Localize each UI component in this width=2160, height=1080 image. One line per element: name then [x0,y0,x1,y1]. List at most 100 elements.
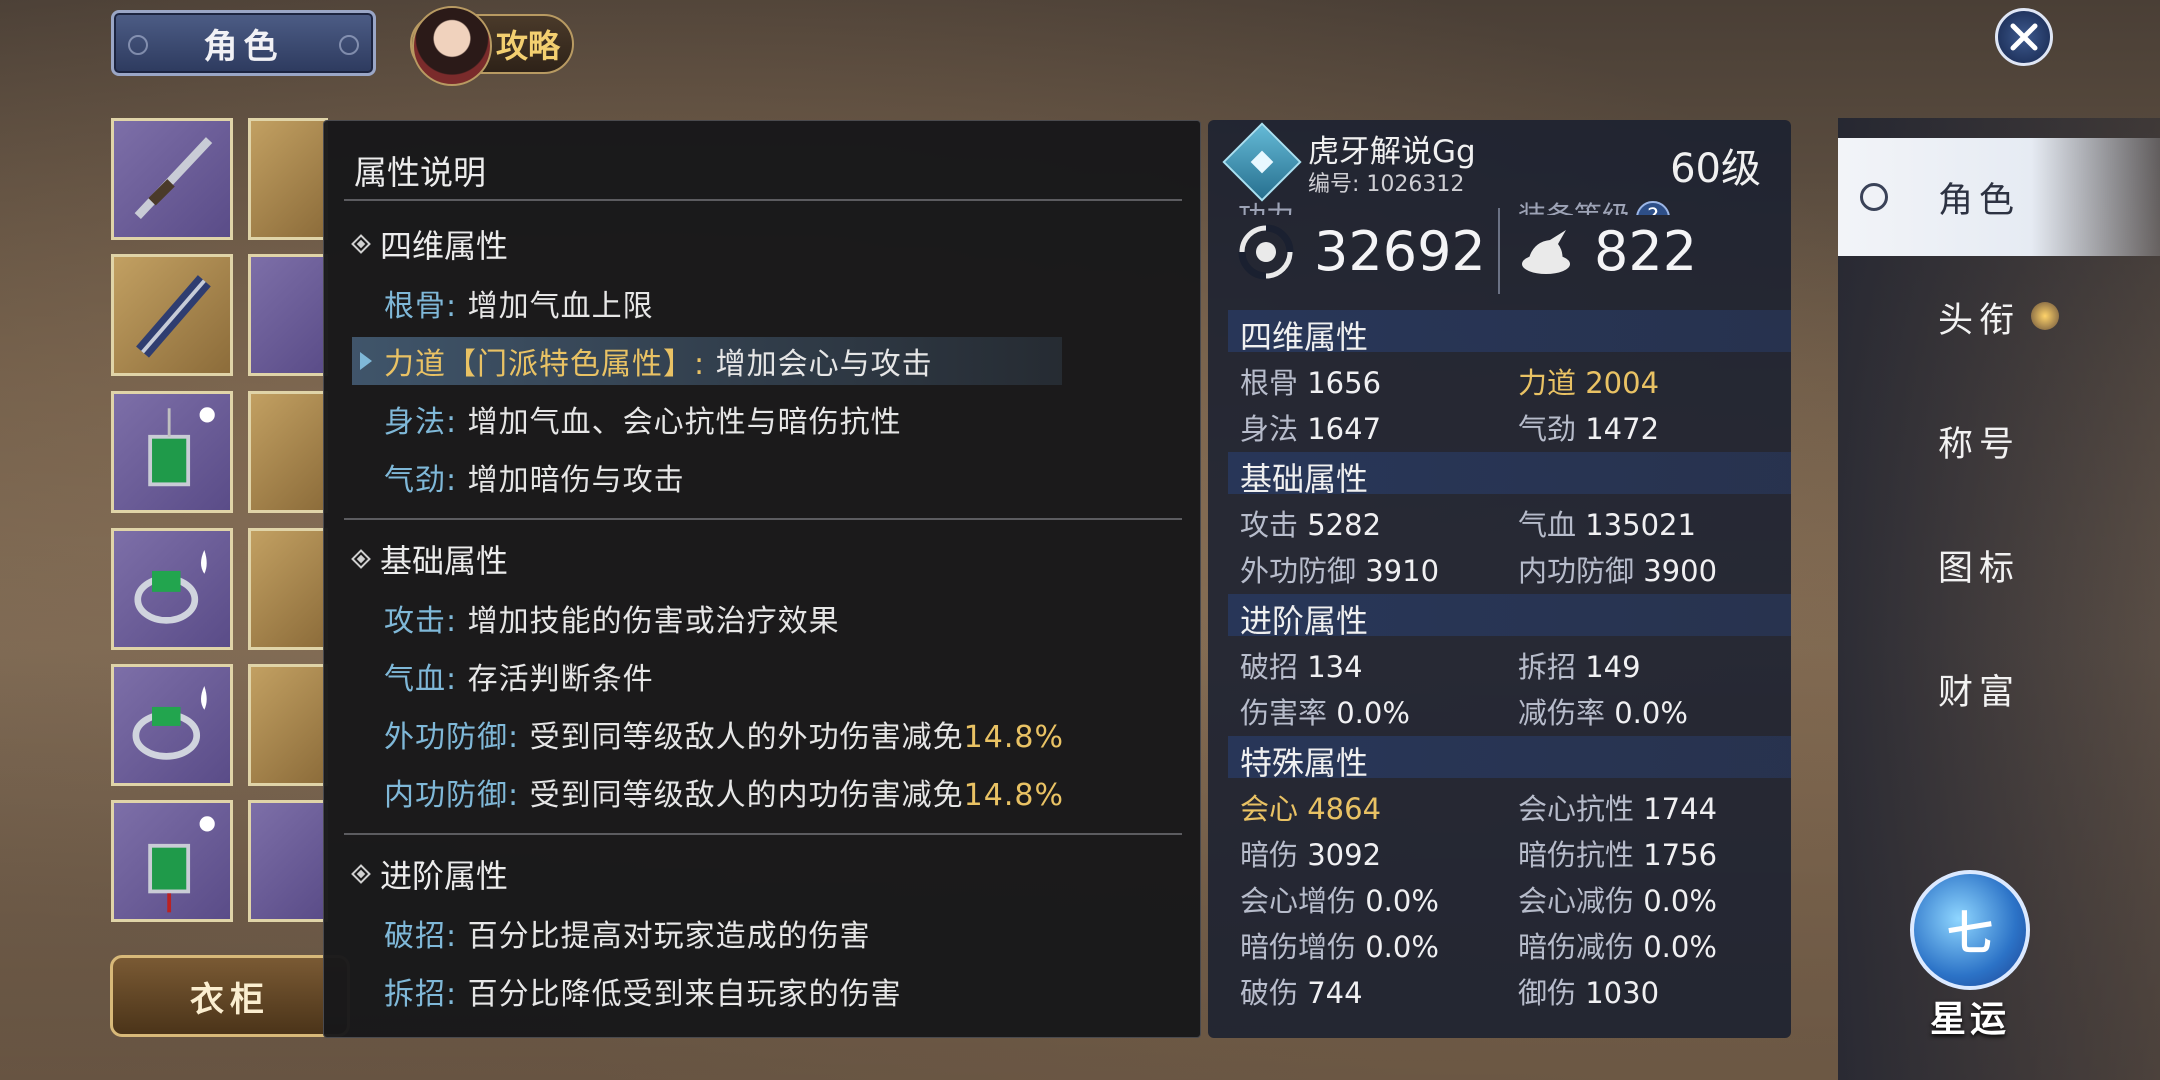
equip-slot-pendant[interactable] [111,391,233,513]
ornament-icon [128,35,148,55]
triangle-right-icon [360,352,372,370]
diamond-icon [351,864,371,884]
fate-button[interactable]: 七 [1910,870,2030,990]
stats-panel: 虎牙解说Gg 编号: 1026312 60级 功力 装备等级? 32692 82… [1208,120,1791,1038]
player-header: 虎牙解说Gg 编号: 1026312 60级 [1208,120,1791,202]
player-name: 虎牙解说Gg [1308,134,1476,170]
player-level: 60级 [1670,146,1761,192]
tooltip-row: 破招: 百分比提高对玩家造成的伤害 [384,919,871,954]
tooltip-section-title: 进阶属性 [351,851,508,897]
ornament-icon [1860,183,1888,211]
stat-item: 气血 135021 [1518,508,1696,542]
tooltip-row: 气劲: 增加暗伤与攻击 [384,463,685,498]
close-button[interactable] [1995,8,2053,66]
equip-slot-weapon[interactable] [111,118,233,240]
nav-item-title[interactable]: 头衔 [1838,258,2160,376]
section-four-dim: 四维属性 [1228,310,1791,356]
notification-dot [2031,302,2059,330]
equip-slot-feet[interactable] [248,800,328,922]
stat-item: 会心减伤 0.0% [1518,884,1717,918]
divider [1498,208,1500,294]
guide-avatar [412,6,492,86]
equip-slot-body[interactable] [248,391,328,513]
section-advanced: 进阶属性 [1228,594,1791,640]
stat-item: 会心增伤 0.0% [1240,884,1439,918]
tooltip-row: 外功防御: 受到同等级敌人的外功伤害减免14.8% [384,720,1064,755]
stat-item: 内功防御 3900 [1518,554,1718,588]
stat-item: 攻击 5282 [1240,508,1382,542]
help-icon[interactable]: ? [1636,201,1671,215]
tooltip-row: 攻击: 增加技能的伤害或治疗效果 [384,604,840,639]
divider [344,518,1182,520]
ring-icon [134,550,207,624]
equip-slot-secondary[interactable] [111,254,233,376]
jade-pendant-icon [148,816,215,913]
equip-slot-ring-2[interactable] [111,664,233,786]
jade-pendant-icon [148,407,215,487]
stat-item: 会心 4864 [1240,792,1382,826]
tooltip-section-title: 基础属性 [351,536,508,582]
tooltip-row: 内功防御: 受到同等级敌人的内功伤害减免14.8% [384,778,1064,813]
tab-role[interactable]: 角色 [111,10,376,76]
stat-item: 身法 1647 [1240,412,1382,446]
power-value: 32692 [1314,220,1486,283]
equip-slot-head[interactable] [248,118,328,240]
power-label: 功力 [1238,195,1294,215]
dagger-icon [134,137,213,220]
wardrobe-label: 衣柜 [190,979,270,1020]
tooltip-row-selected: 力道【门派特色属性】: 增加会心与攻击 [384,347,933,382]
tooltip-title: 属性说明 [354,153,486,192]
stat-item: 力道 2004 [1518,366,1660,400]
equip-slot-ring-1[interactable] [111,528,233,650]
diamond-icon [351,549,371,569]
stat-item: 暗伤减伤 0.0% [1518,930,1717,964]
stat-item: 减伤率 0.0% [1518,696,1688,730]
equip-slot-shoulder[interactable] [248,254,328,376]
tab-guide[interactable]: 攻略 [410,6,574,86]
stat-item: 气劲 1472 [1518,412,1660,446]
stat-item: 御伤 1030 [1518,976,1660,1010]
stat-item: 暗伤增伤 0.0% [1240,930,1439,964]
player-id: 编号: 1026312 [1308,172,1465,197]
scroll-tube-icon [136,275,211,358]
stat-item: 拆招 149 [1518,650,1641,684]
section-basic: 基础属性 [1228,452,1791,498]
tooltip-row: 气血: 存活判断条件 [384,662,654,697]
equip-level-value: 822 [1594,220,1698,283]
stat-item: 破招 134 [1240,650,1363,684]
stat-item: 暗伤 3092 [1240,838,1382,872]
divider [344,833,1182,835]
stat-item: 伤害率 0.0% [1240,696,1410,730]
tab-role-label: 角色 [203,26,284,67]
nav-item-wealth[interactable]: 财富 [1838,630,2160,748]
stat-item: 破伤 744 [1240,976,1363,1010]
stat-item: 会心抗性 1744 [1518,792,1718,826]
divider [344,199,1182,201]
wardrobe-button[interactable]: 衣柜 [110,955,350,1037]
nav-item-honor[interactable]: 称号 [1838,382,2160,500]
fate-label: 星运 [1930,999,2011,1040]
sect-emblem-icon [1222,122,1302,202]
attribute-tooltip: 属性说明 四维属性 根骨: 增加气血上限 力道【门派特色属性】: 增加会心与攻击… [323,120,1201,1038]
power-swirl-icon [1238,224,1294,279]
ring-icon [132,686,207,760]
equip-slot-belt[interactable] [248,664,328,786]
stat-item: 根骨 1656 [1240,366,1382,400]
tooltip-section-title: 四维属性 [351,221,508,267]
tooltip-row: 根骨: 增加气血上限 [384,289,654,324]
tooltip-row: 身法: 增加气血、会心抗性与暗伤抗性 [384,405,902,440]
stat-item: 外功防御 3910 [1240,554,1440,588]
tooltip-row: 拆招: 百分比降低受到来自玩家的伤害 [384,977,902,1012]
ornament-icon [339,35,359,55]
nav-item-icon[interactable]: 图标 [1838,506,2160,624]
power-display: 32692 [1238,220,1486,283]
fate-icon: 七 [1947,906,1993,960]
equip-level-display: 822 [1518,220,1697,283]
equip-slot-hands[interactable] [248,528,328,650]
diamond-icon [351,234,371,254]
tab-guide-label: 攻略 [496,27,561,65]
close-icon [2010,23,2038,51]
stat-item: 暗伤抗性 1756 [1518,838,1718,872]
equip-slot-amulet[interactable] [111,800,233,922]
nav-item-role[interactable]: 角色 [1838,138,2160,256]
